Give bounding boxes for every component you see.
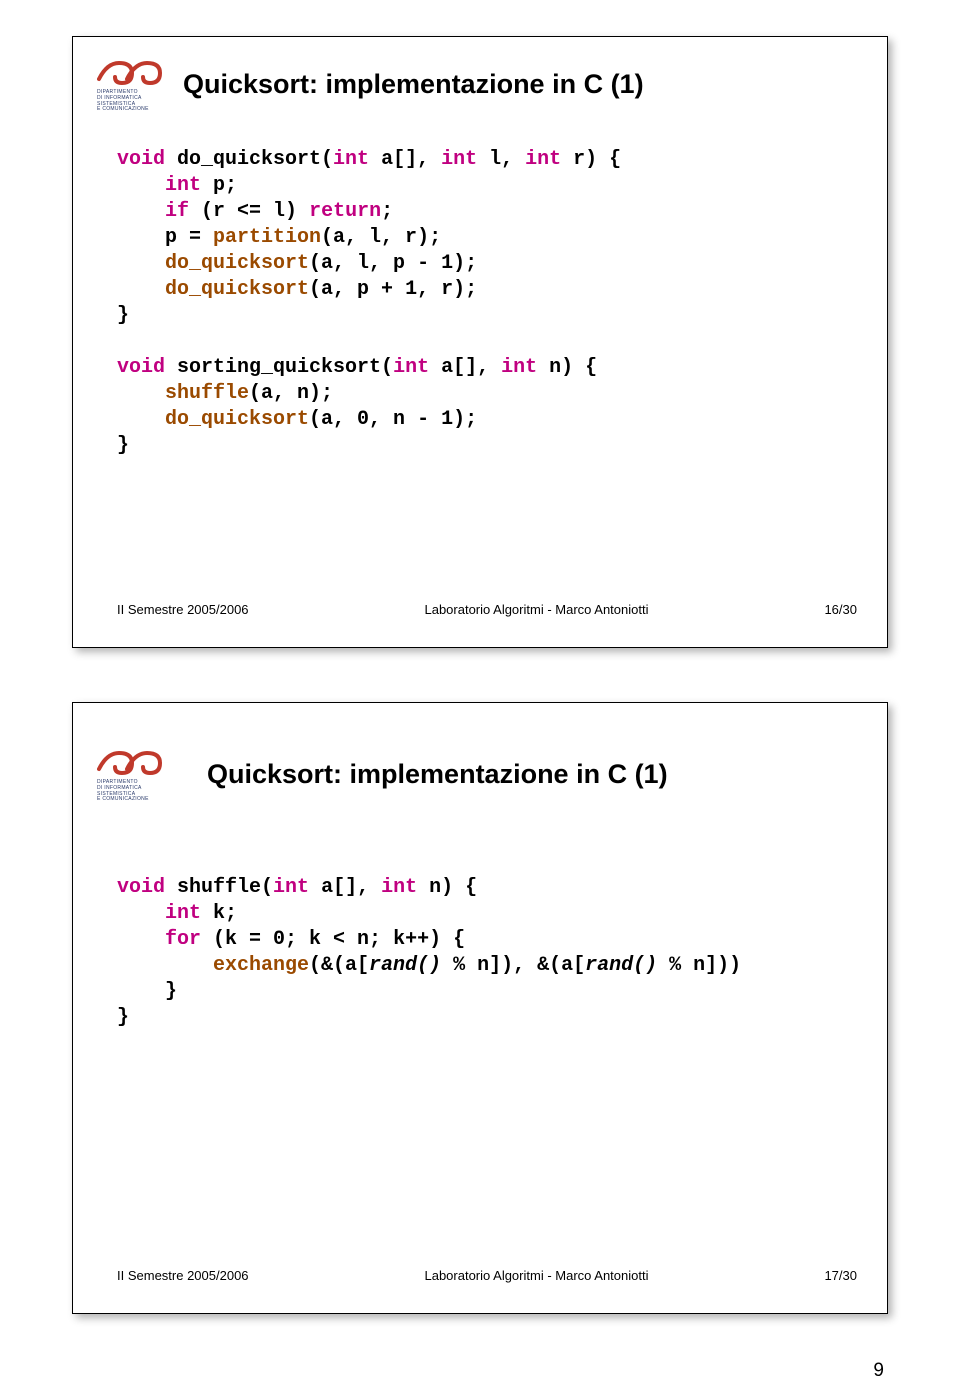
logo-text: DIPARTIMENTO DI INFORMATICA SISTEMISTICA… bbox=[97, 780, 167, 803]
logo-swirl-icon bbox=[97, 747, 165, 777]
ital: rand() bbox=[585, 954, 657, 977]
logo: DIPARTIMENTO DI INFORMATICA SISTEMISTICA… bbox=[97, 57, 167, 113]
t: (a, p + 1, r); bbox=[309, 278, 477, 301]
footer-right: 16/30 bbox=[824, 602, 857, 617]
kw: int bbox=[441, 148, 477, 171]
t: k; bbox=[201, 902, 237, 925]
call: do_quicksort bbox=[165, 408, 309, 431]
t bbox=[117, 278, 165, 301]
logo-text: DIPARTIMENTO DI INFORMATICA SISTEMISTICA… bbox=[97, 90, 167, 113]
kw: int bbox=[393, 356, 429, 379]
kw: int bbox=[273, 876, 309, 899]
t: % n])) bbox=[657, 954, 741, 977]
kw: if bbox=[165, 200, 189, 223]
slide-1: DIPARTIMENTO DI INFORMATICA SISTEMISTICA… bbox=[72, 36, 888, 648]
footer-center: Laboratorio Algoritmi - Marco Antoniotti bbox=[424, 1268, 648, 1283]
t: shuffle( bbox=[165, 876, 273, 899]
logo: DIPARTIMENTO DI INFORMATICA SISTEMISTICA… bbox=[97, 747, 167, 803]
slide2-title: Quicksort: implementazione in C (1) bbox=[207, 759, 668, 790]
t: n) { bbox=[417, 876, 477, 899]
t bbox=[117, 408, 165, 431]
page-number: 9 bbox=[873, 1360, 884, 1382]
t bbox=[117, 902, 165, 925]
footer-left: II Semestre 2005/2006 bbox=[117, 1268, 249, 1283]
kw: int bbox=[381, 876, 417, 899]
slide2-footer: II Semestre 2005/2006 Laboratorio Algori… bbox=[117, 1268, 857, 1283]
slide1-footer: II Semestre 2005/2006 Laboratorio Algori… bbox=[117, 602, 857, 617]
call: exchange bbox=[213, 954, 309, 977]
t: (a, l, r); bbox=[321, 226, 441, 249]
ital: rand() bbox=[369, 954, 441, 977]
slide-2: DIPARTIMENTO DI INFORMATICA SISTEMISTICA… bbox=[72, 702, 888, 1314]
kw: int bbox=[165, 174, 201, 197]
call: partition bbox=[213, 226, 321, 249]
t: } bbox=[117, 304, 129, 327]
kw: void bbox=[117, 876, 165, 899]
kw: return bbox=[309, 200, 381, 223]
footer-right: 17/30 bbox=[824, 1268, 857, 1283]
call: do_quicksort bbox=[165, 252, 309, 275]
kw: int bbox=[501, 356, 537, 379]
slide1-title: Quicksort: implementazione in C (1) bbox=[183, 69, 644, 100]
t: (r <= l) bbox=[189, 200, 309, 223]
t bbox=[117, 252, 165, 275]
kw: for bbox=[165, 928, 201, 951]
t bbox=[117, 954, 213, 977]
t: ; bbox=[381, 200, 393, 223]
kw: int bbox=[525, 148, 561, 171]
kw: int bbox=[165, 902, 201, 925]
t: } bbox=[117, 980, 177, 1003]
t bbox=[117, 928, 165, 951]
t: a[], bbox=[309, 876, 381, 899]
slide2-code: void shuffle(int a[], int n) { int k; fo… bbox=[117, 875, 741, 1031]
t bbox=[117, 200, 165, 223]
logo-swirl-icon bbox=[97, 57, 165, 87]
t: r) { bbox=[561, 148, 621, 171]
t: do_quicksort( bbox=[165, 148, 333, 171]
t: p; bbox=[201, 174, 237, 197]
t: sorting_quicksort( bbox=[165, 356, 393, 379]
logo-line4: E COMUNICAZIONE bbox=[97, 796, 149, 802]
footer-center: Laboratorio Algoritmi - Marco Antoniotti bbox=[424, 602, 648, 617]
t: (&(a[ bbox=[309, 954, 369, 977]
t: (a, n); bbox=[249, 382, 333, 405]
t: (a, l, p - 1); bbox=[309, 252, 477, 275]
t: % n]), &(a[ bbox=[441, 954, 585, 977]
slide1-code: void do_quicksort(int a[], int l, int r)… bbox=[117, 147, 621, 459]
t bbox=[117, 382, 165, 405]
t: (k = 0; k < n; k++) { bbox=[201, 928, 465, 951]
t bbox=[117, 174, 165, 197]
t: l, bbox=[477, 148, 525, 171]
call: shuffle bbox=[165, 382, 249, 405]
t: a[], bbox=[369, 148, 441, 171]
kw: void bbox=[117, 356, 165, 379]
call: do_quicksort bbox=[165, 278, 309, 301]
kw: void bbox=[117, 148, 165, 171]
t: n) { bbox=[537, 356, 597, 379]
t: a[], bbox=[429, 356, 501, 379]
t: p = bbox=[117, 226, 213, 249]
t: (a, 0, n - 1); bbox=[309, 408, 477, 431]
t: } bbox=[117, 1006, 129, 1029]
kw: int bbox=[333, 148, 369, 171]
footer-left: II Semestre 2005/2006 bbox=[117, 602, 249, 617]
logo-line4: E COMUNICAZIONE bbox=[97, 106, 149, 112]
t: } bbox=[117, 434, 129, 457]
